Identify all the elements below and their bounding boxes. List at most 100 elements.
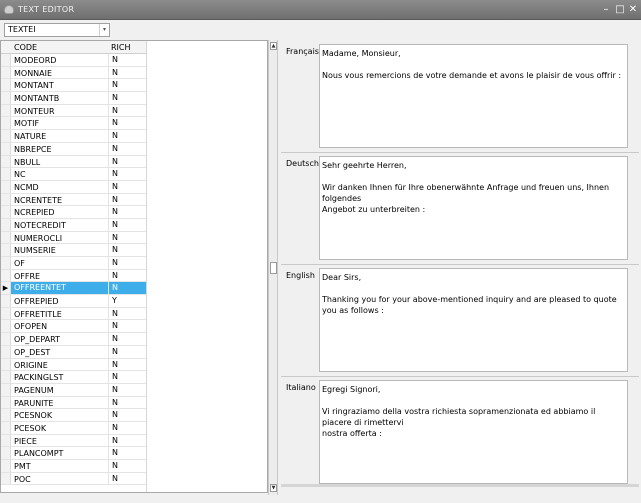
- cell-rich[interactable]: N: [108, 320, 147, 333]
- cell-code[interactable]: MONNAIE: [14, 68, 52, 79]
- row-indicator[interactable]: [1, 130, 11, 142]
- cell-rich[interactable]: N: [108, 193, 147, 206]
- row-indicator[interactable]: [1, 206, 11, 218]
- table-row[interactable]: ▶ OFFREENTET N: [1, 282, 147, 296]
- cell-code[interactable]: MOTIF: [14, 118, 39, 129]
- table-row[interactable]: NCRENTETE N: [1, 193, 147, 207]
- row-indicator[interactable]: [1, 383, 11, 396]
- table-row[interactable]: NOTECREDIT N: [1, 218, 147, 232]
- table-row[interactable]: OFFREPIED Y: [1, 295, 147, 308]
- cell-code[interactable]: NUMEROCLI: [14, 233, 62, 244]
- cell-code[interactable]: NBREPCE: [14, 144, 52, 155]
- cell-rich[interactable]: N: [108, 130, 147, 142]
- table-row[interactable]: MONNAIE N: [1, 66, 147, 80]
- row-indicator[interactable]: [1, 257, 11, 269]
- cell-code[interactable]: PLANCOMPT: [14, 448, 63, 459]
- column-header-rich[interactable]: RICH: [111, 43, 131, 52]
- cell-code[interactable]: NCRENTETE: [14, 195, 62, 206]
- cell-rich[interactable]: N: [108, 434, 147, 447]
- cell-code[interactable]: PCESNOK: [14, 410, 52, 421]
- cell-rich[interactable]: N: [108, 307, 147, 320]
- row-indicator[interactable]: [1, 434, 11, 447]
- cell-rich[interactable]: N: [108, 269, 147, 282]
- cell-rich[interactable]: N: [108, 333, 147, 345]
- cell-code[interactable]: NATURE: [14, 131, 46, 142]
- cell-rich[interactable]: N: [108, 345, 147, 358]
- cell-rich[interactable]: N: [108, 472, 147, 485]
- splitter-handle[interactable]: [270, 262, 277, 274]
- cell-code[interactable]: PIECE: [14, 436, 37, 447]
- language-text-editor[interactable]: Egregi Signori, Vi ringraziamo della vost…: [319, 380, 628, 484]
- cell-rich[interactable]: N: [108, 460, 147, 472]
- cell-code[interactable]: NOTECREDIT: [14, 220, 66, 231]
- cell-code[interactable]: OFFRETITLE: [14, 309, 62, 320]
- table-row[interactable]: NATURE N: [1, 130, 147, 143]
- cell-rich[interactable]: N: [108, 92, 147, 104]
- cell-code[interactable]: NCREPIED: [14, 207, 55, 218]
- cell-code[interactable]: MONTANTB: [14, 93, 59, 104]
- table-row[interactable]: NUMSERIE N: [1, 244, 147, 257]
- cell-code[interactable]: OP_DEPART: [14, 334, 60, 345]
- language-text-editor[interactable]: Sehr geehrte Herren, Wir danken Ihnen für…: [319, 156, 628, 260]
- cell-rich[interactable]: N: [108, 383, 147, 396]
- cell-code[interactable]: MODEORD: [14, 55, 56, 66]
- cell-code[interactable]: MONTANT: [14, 80, 54, 91]
- row-indicator[interactable]: [1, 142, 11, 155]
- language-text-editor[interactable]: Madame, Monsieur, Nous vous remercions de…: [319, 44, 628, 148]
- row-indicator[interactable]: [1, 460, 11, 472]
- scroll-down-icon[interactable]: ▼: [270, 484, 277, 492]
- row-indicator[interactable]: [1, 358, 11, 371]
- row-indicator[interactable]: [1, 269, 11, 282]
- cell-rich[interactable]: N: [108, 117, 147, 130]
- table-row[interactable]: PCESOK N: [1, 421, 147, 435]
- cell-code[interactable]: ORIGINE: [14, 360, 48, 371]
- scroll-up-icon[interactable]: ▲: [270, 42, 277, 50]
- cell-code[interactable]: PAGENUM: [14, 385, 54, 396]
- table-row[interactable]: PIECE N: [1, 434, 147, 448]
- cell-rich[interactable]: Y: [108, 295, 147, 307]
- cell-code[interactable]: OP_DEST: [14, 347, 50, 358]
- cell-rich[interactable]: N: [108, 358, 147, 371]
- cell-rich[interactable]: N: [108, 104, 147, 117]
- row-indicator[interactable]: [1, 168, 11, 180]
- table-row[interactable]: OFFRE N: [1, 269, 147, 283]
- row-indicator[interactable]: [1, 307, 11, 320]
- cell-rich[interactable]: N: [108, 244, 147, 256]
- cell-code[interactable]: MONTEUR: [14, 106, 55, 117]
- cell-rich[interactable]: N: [108, 168, 147, 180]
- cell-code[interactable]: NCMD: [14, 182, 39, 193]
- row-indicator[interactable]: [1, 472, 11, 485]
- cell-rich[interactable]: N: [108, 142, 147, 155]
- cell-rich[interactable]: N: [108, 180, 147, 193]
- row-indicator[interactable]: [1, 231, 11, 244]
- row-indicator[interactable]: [1, 371, 11, 383]
- table-row[interactable]: PLANCOMPT N: [1, 447, 147, 460]
- maximize-button[interactable]: □: [613, 3, 627, 17]
- table-row[interactable]: OF N: [1, 257, 147, 270]
- row-indicator[interactable]: [1, 396, 11, 409]
- column-header-code[interactable]: CODE: [14, 43, 37, 52]
- table-row[interactable]: MODEORD N: [1, 54, 147, 67]
- cell-rich[interactable]: N: [108, 155, 147, 168]
- cell-code[interactable]: PCESOK: [14, 423, 46, 434]
- row-indicator[interactable]: [1, 218, 11, 231]
- text-set-selector[interactable]: TEXTEI ▾: [4, 23, 110, 37]
- table-row[interactable]: OP_DEPART N: [1, 333, 147, 346]
- cell-code[interactable]: PARUNITE: [14, 398, 53, 409]
- cell-code[interactable]: NBULL: [14, 157, 40, 168]
- cell-rich[interactable]: N: [108, 396, 147, 409]
- table-row[interactable]: OFOPEN N: [1, 320, 147, 334]
- close-button[interactable]: ✕: [626, 3, 640, 17]
- cell-code[interactable]: PMT: [14, 461, 31, 472]
- table-row[interactable]: MOTIF N: [1, 117, 147, 131]
- row-indicator[interactable]: [1, 66, 11, 79]
- minimize-button[interactable]: –: [599, 3, 613, 17]
- table-row[interactable]: PCESNOK N: [1, 409, 147, 422]
- row-indicator[interactable]: [1, 409, 11, 421]
- language-text-editor[interactable]: Dear Sirs, Thanking you for your above-me…: [319, 268, 628, 372]
- cell-rich[interactable]: N: [108, 447, 147, 459]
- cell-rich[interactable]: N: [108, 421, 147, 434]
- cell-code[interactable]: NC: [14, 169, 26, 180]
- row-indicator[interactable]: [1, 447, 11, 459]
- cell-rich[interactable]: N: [108, 282, 147, 295]
